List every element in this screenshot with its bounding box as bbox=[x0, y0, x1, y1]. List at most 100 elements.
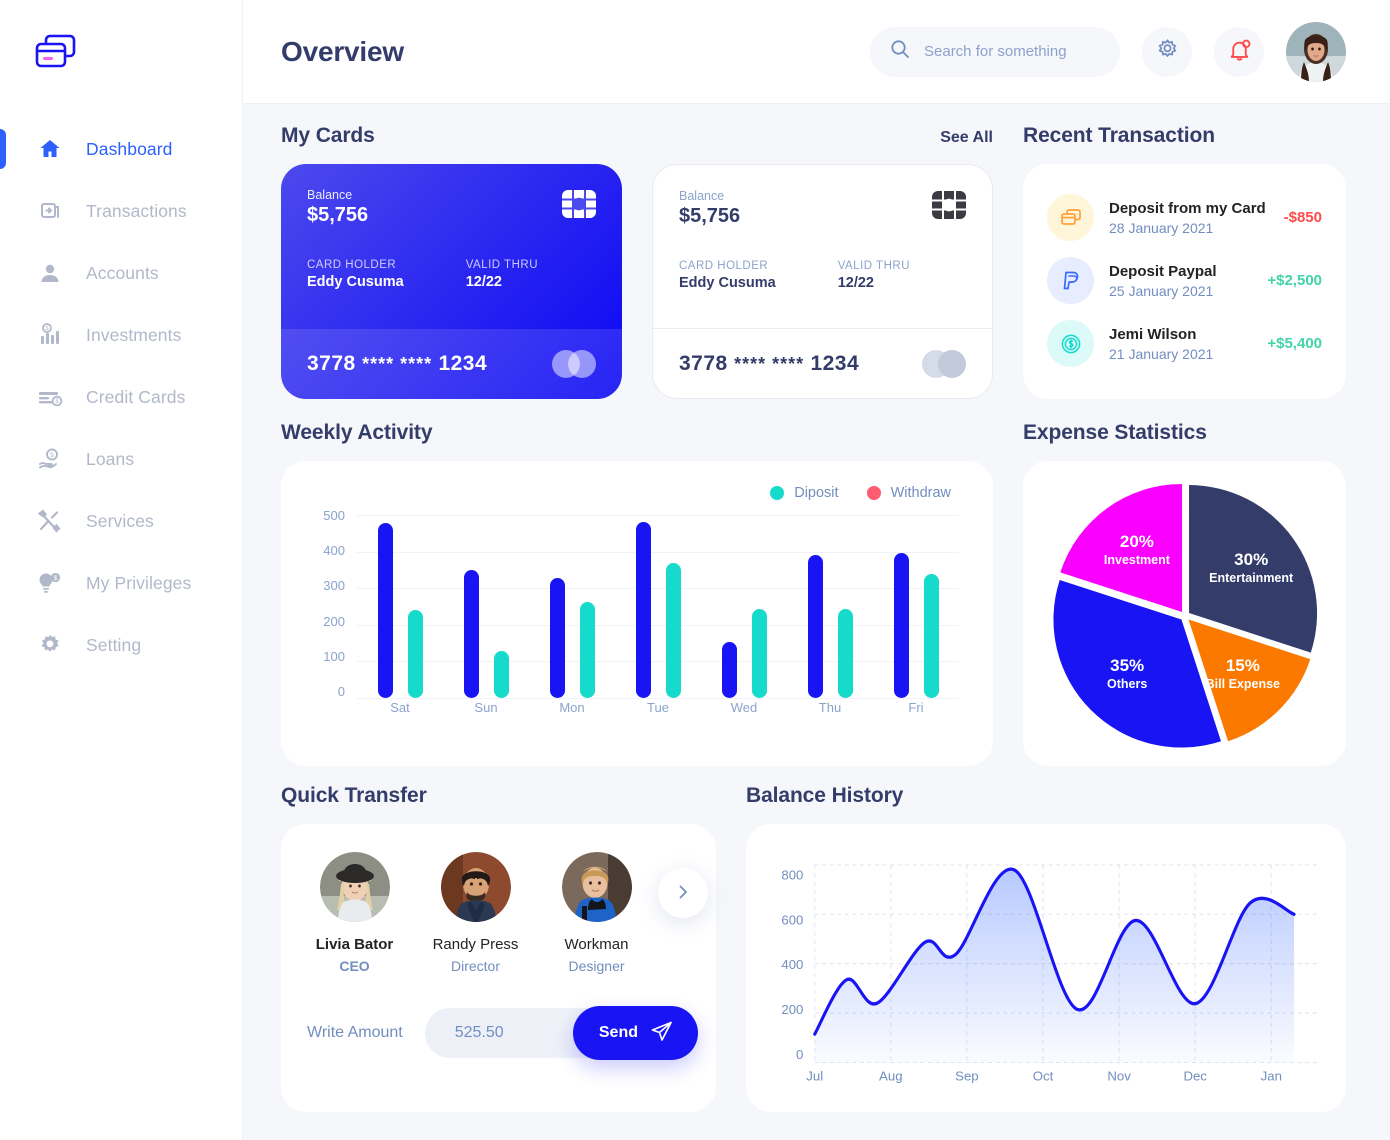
balance-value: $5,756 bbox=[679, 205, 741, 227]
legend-item-withdraw: Withdraw bbox=[866, 485, 951, 501]
search-icon bbox=[890, 39, 910, 64]
balance-history-header: Balance History bbox=[746, 784, 1346, 808]
sidebar-item-accounts[interactable]: Accounts bbox=[0, 242, 242, 304]
valid-thru-block: VALID THRU 12/22 bbox=[838, 260, 910, 291]
section-title: My Cards bbox=[281, 124, 375, 147]
card-holder-block: CARD HOLDER Eddy Cusuma bbox=[307, 259, 404, 290]
x-axis-label: Sat bbox=[390, 700, 410, 715]
dashboard-app: Dashboard Transactions Accounts $ Invest… bbox=[0, 0, 1390, 1140]
sidebar-item-label: Dashboard bbox=[86, 138, 173, 159]
bar-withdraw bbox=[665, 562, 681, 698]
pie-slice-percent: 20% bbox=[1119, 532, 1153, 551]
bar-group bbox=[873, 515, 959, 698]
sidebar-item-label: Credit Cards bbox=[86, 386, 186, 407]
bars-container bbox=[357, 515, 959, 698]
credit-card-blue[interactable]: Balance $5,756 CARD HOLDER Eddy Cusuma V… bbox=[281, 164, 622, 399]
sidebar-item-investments[interactable]: $ Investments bbox=[0, 304, 242, 366]
sidebar-item-label: Investments bbox=[86, 324, 182, 345]
y-axis-tick: 600 bbox=[781, 912, 803, 927]
settings-button[interactable] bbox=[1142, 26, 1192, 77]
sidebar-item-credit-cards[interactable]: $ Credit Cards bbox=[0, 366, 242, 428]
gear-icon bbox=[34, 630, 66, 660]
contact-livia-bator[interactable]: Livia Bator CEO bbox=[307, 852, 402, 974]
investment-chart-icon: $ bbox=[34, 320, 66, 350]
expense-statistics-header: Expense Statistics bbox=[1023, 421, 1346, 445]
bar-withdraw bbox=[751, 609, 767, 698]
transaction-amount: -$850 bbox=[1283, 209, 1322, 226]
y-axis-tick: 800 bbox=[781, 868, 803, 883]
contact-avatar bbox=[319, 852, 390, 922]
y-axis-tick: 300 bbox=[323, 578, 345, 594]
search-box[interactable] bbox=[870, 26, 1120, 77]
contact-workman[interactable]: Workman Designer bbox=[549, 852, 644, 974]
weekly-activity-chart: 500 400 300 200 100 0 Sat Sun Mon Tue Wed Thu Fri bbox=[305, 509, 969, 724]
card-number-suffix: 1234 bbox=[438, 352, 488, 375]
send-button-label: Send bbox=[598, 1024, 638, 1041]
x-axis-label: Mon bbox=[559, 700, 585, 715]
quick-transfer-header: Quick Transfer bbox=[281, 784, 716, 808]
card-number-prefix: 3778 bbox=[307, 352, 356, 375]
weekly-activity-section: Weekly Activity Diposit Withdraw 500 400… bbox=[281, 421, 993, 766]
valid-thru-label: VALID THRU bbox=[837, 260, 910, 272]
card-number-mask: **** **** bbox=[362, 354, 433, 374]
y-axis-tick: 400 bbox=[323, 543, 345, 559]
card-number: 3778 **** **** 1234 bbox=[307, 352, 487, 376]
sidebar-item-transactions[interactable]: Transactions bbox=[0, 180, 242, 242]
search-input[interactable] bbox=[924, 43, 1099, 60]
sidebar-item-label: My Privileges bbox=[86, 572, 192, 593]
svg-text:$: $ bbox=[46, 326, 49, 332]
bar-deposit bbox=[807, 555, 823, 698]
x-axis-label: Thu bbox=[818, 700, 842, 715]
quick-transfer-section: Quick Transfer Livia Bator CEO Randy Pre… bbox=[281, 784, 716, 1112]
transaction-row[interactable]: Jemi Wilson 21 January 2021 +$5,400 bbox=[1047, 312, 1322, 375]
transaction-info: Deposit Paypal 25 January 2021 bbox=[1109, 263, 1267, 299]
contact-role: Director bbox=[450, 958, 500, 974]
y-axis: 500 400 300 200 100 0 bbox=[305, 509, 345, 698]
balance-value: $5,756 bbox=[307, 204, 369, 226]
sidebar-item-services[interactable]: Services bbox=[0, 490, 242, 552]
weekly-activity-panel: Diposit Withdraw 500 400 300 200 100 0 S… bbox=[281, 461, 993, 766]
credit-card-white[interactable]: Balance $5,756 CARD HOLDER Eddy Cusuma V… bbox=[652, 164, 993, 399]
sidebar-item-label: Loans bbox=[86, 448, 135, 469]
see-all-link[interactable]: See All bbox=[940, 129, 993, 147]
sidebar-nav: Dashboard Transactions Accounts $ Invest… bbox=[0, 118, 242, 676]
legend-label-withdraw: Withdraw bbox=[890, 485, 951, 501]
sidebar-item-loans[interactable]: $ Loans bbox=[0, 428, 242, 490]
active-indicator bbox=[0, 129, 6, 169]
x-axis-label: Sun bbox=[474, 700, 498, 715]
weekly-activity-header: Weekly Activity bbox=[281, 421, 993, 445]
credit-card-icon: $ bbox=[34, 382, 66, 412]
balance-history-panel: 800 600 400 200 0 Jul Aug Sep Oct Nov Dec Jan bbox=[746, 824, 1346, 1112]
bar-group bbox=[787, 515, 873, 698]
balance-label: Balance bbox=[679, 189, 725, 203]
valid-thru-block: VALID THRU 12/22 bbox=[466, 259, 538, 290]
valid-thru-value: 12/22 bbox=[837, 275, 874, 291]
pie-slice-percent: 30% bbox=[1234, 550, 1268, 569]
contact-randy-press[interactable]: Randy Press Director bbox=[428, 852, 523, 974]
pie-slice-label: Entertainment bbox=[1209, 571, 1294, 585]
send-button[interactable]: Send bbox=[572, 1006, 698, 1060]
paypal-icon bbox=[1047, 257, 1094, 304]
transaction-row[interactable]: Deposit Paypal 25 January 2021 +$2,500 bbox=[1047, 249, 1322, 312]
section-title: Recent Transaction bbox=[1023, 124, 1215, 147]
hand-money-icon: $ bbox=[34, 444, 66, 474]
card-number-suffix: 1234 bbox=[810, 351, 860, 375]
sidebar-item-my-privileges[interactable]: $ My Privileges bbox=[0, 552, 242, 614]
quick-transfer-panel: Livia Bator CEO Randy Press Director Wor… bbox=[281, 824, 716, 1112]
bell-icon bbox=[1227, 38, 1252, 66]
content: My Cards See All Balance $5,756 CARD HOL… bbox=[243, 104, 1390, 1140]
chip-icon bbox=[932, 191, 966, 224]
x-axis-label: Jul bbox=[806, 1068, 823, 1083]
avatar[interactable] bbox=[1286, 21, 1346, 82]
tools-icon bbox=[34, 506, 66, 536]
card-holder-label: CARD HOLDER bbox=[679, 260, 769, 272]
next-contacts-button[interactable] bbox=[658, 868, 708, 918]
amount-input[interactable] bbox=[424, 1024, 555, 1042]
notifications-button[interactable] bbox=[1214, 26, 1264, 77]
transaction-name: Deposit Paypal bbox=[1109, 262, 1217, 280]
amount-field[interactable]: Send bbox=[424, 1006, 698, 1060]
transaction-row[interactable]: Deposit from my Card 28 January 2021 -$8… bbox=[1047, 186, 1322, 249]
logo[interactable] bbox=[0, 0, 242, 104]
sidebar-item-dashboard[interactable]: Dashboard bbox=[0, 118, 242, 180]
sidebar-item-setting[interactable]: Setting bbox=[0, 614, 242, 676]
